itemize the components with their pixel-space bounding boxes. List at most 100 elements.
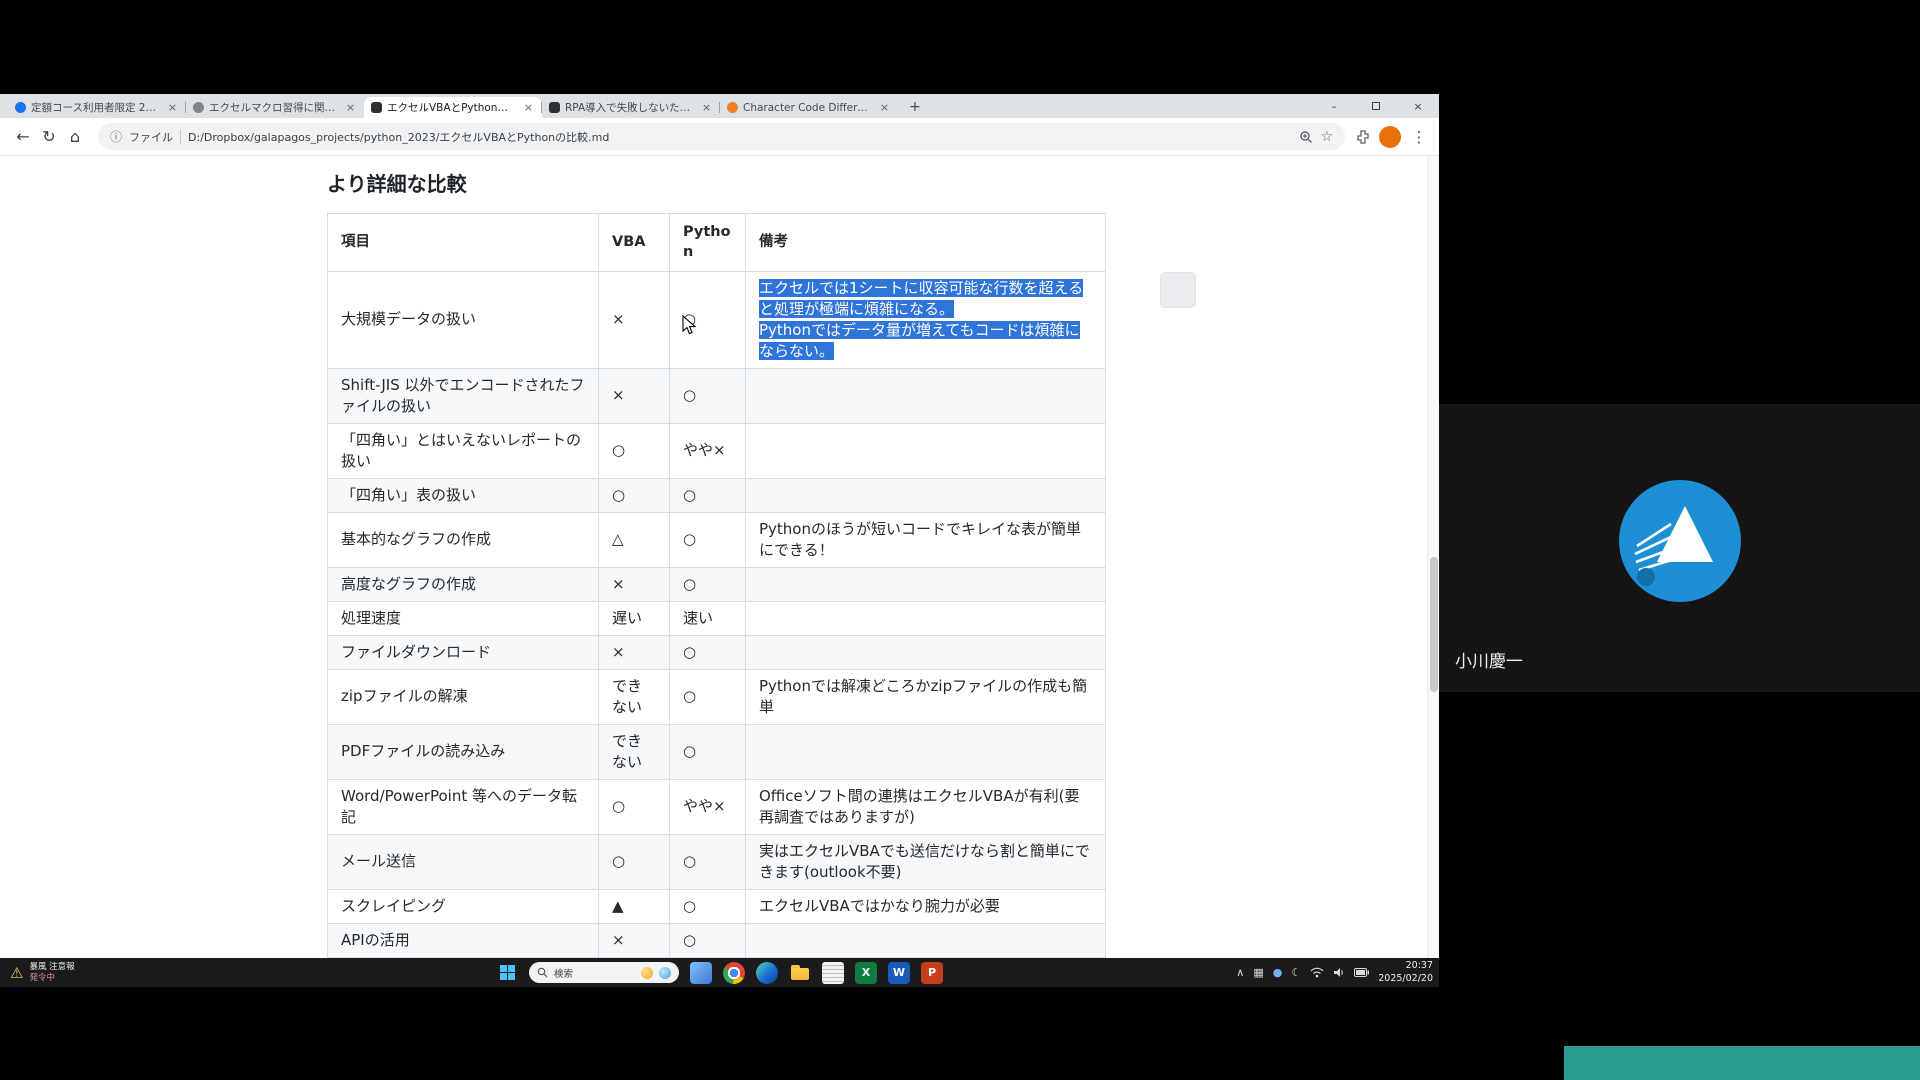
browser-window: 定額コース利用者限定 2025年02... × エクセルマクロ習得に関係する4つ… [0,94,1439,987]
powerpoint-icon[interactable]: P [921,962,943,984]
address-url[interactable]: D:/Dropbox/galapagos_projects/python_202… [188,129,1292,145]
table-header-row: 項目 VBA Python 備考 [328,214,1106,272]
item-cell: Shift-JIS 以外でエンコードされたファイルの扱い [328,368,599,423]
reload-button[interactable]: ↻ [36,124,62,150]
page-scrollbar[interactable] [1427,156,1439,958]
file-explorer-icon[interactable] [789,962,811,984]
address-bar[interactable]: ⓘ ファイル D:/Dropbox/galapagos_projects/pyt… [98,123,1345,150]
scrollbar-thumb[interactable] [1430,557,1438,692]
table-row: Word/PowerPoint 等へのデータ転記○やや×Officeソフト間の連… [328,779,1106,834]
note-cell: Officeソフト間の連携はエクセルVBAが有利(要再調査ではありますが) [746,779,1106,834]
extensions-puzzle-icon[interactable] [1355,129,1371,145]
item-cell: 「四角い」表の扱い [328,478,599,512]
note-cell [746,423,1106,478]
tab-character-code[interactable]: Character Code Differences Be... × [720,97,898,118]
table-row: 処理速度遅い速い [328,601,1106,635]
table-row: メール送信○○実はエクセルVBAでも送信だけなら割と簡単にできます(outloo… [328,834,1106,889]
minimize-button[interactable]: – [1313,94,1355,118]
weather-widget[interactable]: ⚠ 暴風 注意報 発令中 [10,958,75,987]
table-row: zipファイルの解凍できない○Pythonでは解凍どころかzipファイルの作成も… [328,669,1106,724]
home-button[interactable]: ⌂ [62,124,88,150]
tray-chevron-icon[interactable]: ∧ [1236,966,1244,979]
item-cell: Word/PowerPoint 等へのデータ転記 [328,779,599,834]
wifi-icon[interactable] [1310,967,1324,978]
python-cell: ○ [670,567,746,601]
note-text: エクセルVBAではかなり腕力が必要 [759,897,1000,915]
profile-avatar[interactable] [1379,126,1401,148]
page-content: より詳細な比較 項目 VBA Python 備考 大規模データの扱い×○エクセル… [0,156,1439,958]
windows-taskbar: ⚠ 暴風 注意報 発令中 検索 [0,958,1439,987]
markdown-favicon [549,102,560,113]
col-header-vba: VBA [599,214,670,272]
search-highlight-icon [641,967,653,979]
participant-video-tile: 小川慶一 [1439,404,1920,692]
tray-bluetooth-icon[interactable]: ● [1273,966,1283,979]
table-row: 高度なグラフの作成×○ [328,567,1106,601]
col-header-item: 項目 [328,214,599,272]
zoom-icon[interactable] [1299,130,1313,144]
word-icon[interactable]: W [888,962,910,984]
vba-cell: ○ [599,779,670,834]
page-info-icon[interactable]: ⓘ [110,128,122,145]
tray-night-icon[interactable]: ☾ [1291,966,1301,979]
comparison-table: 項目 VBA Python 備考 大規模データの扱い×○エクセルでは1シートに収… [327,213,1106,958]
maximize-button[interactable] [1355,94,1397,118]
vba-cell: できない [599,724,670,779]
notepad-icon[interactable] [822,962,844,984]
scheme-label: ファイル [129,129,173,145]
tab-close-icon[interactable]: × [344,101,357,114]
address-divider [180,130,181,144]
note-cell [746,635,1106,669]
edge-icon[interactable] [756,962,778,984]
tab-rpa[interactable]: RPA導入で失敗しないために知っ... × [542,97,720,118]
vba-cell: 遅い [599,601,670,635]
item-cell: zipファイルの解凍 [328,669,599,724]
python-cell: やや× [670,423,746,478]
tab-favicon [193,102,204,113]
python-cell: ○ [670,635,746,669]
taskbar-search[interactable]: 検索 [529,962,679,983]
vba-cell: ▲ [599,889,670,923]
tab-title: 定額コース利用者限定 2025年02... [31,100,161,115]
note-cell: Pythonでは解凍どころかzipファイルの作成も簡単 [746,669,1106,724]
system-tray: ∧ ▦ ● ☾ 20:37 2025/02/20 [1236,958,1433,987]
battery-icon[interactable] [1354,968,1369,977]
taskbar-clock[interactable]: 20:37 2025/02/20 [1378,960,1433,985]
task-view-icon[interactable] [690,962,712,984]
tab-excel-macro[interactable]: エクセルマクロ習得に関係する4つ... × [186,97,364,118]
tab-title: エクセルマクロ習得に関係する4つ... [209,100,339,115]
start-button[interactable] [496,962,518,984]
new-tab-button[interactable]: + [904,96,926,118]
close-button[interactable]: × [1397,94,1439,118]
python-cell: やや× [670,779,746,834]
floating-panel [1160,272,1196,308]
tab-close-icon[interactable]: × [878,101,891,114]
chrome-icon[interactable] [723,962,745,984]
back-button[interactable]: ← [10,124,36,150]
tab-close-icon[interactable]: × [522,101,535,114]
python-cell: ○ [670,512,746,567]
vba-cell: × [599,923,670,957]
item-cell: 「四角い」とはいえないレポートの扱い [328,423,599,478]
item-cell: PDFファイルの読み込み [328,724,599,779]
tab-member-course[interactable]: 定額コース利用者限定 2025年02... × [8,97,186,118]
tab-close-icon[interactable]: × [700,101,713,114]
tray-app-icon[interactable]: ▦ [1253,966,1263,979]
tab-vba-python-comparison[interactable]: エクセルVBAとPythonの比較.md × [364,97,542,118]
bookmark-star-icon[interactable]: ☆ [1320,129,1333,145]
python-cell: ○ [670,368,746,423]
item-cell: 処理速度 [328,601,599,635]
search-highlight-icon [659,967,671,979]
tab-title: エクセルVBAとPythonの比較.md [387,100,517,115]
vba-cell: ○ [599,834,670,889]
excel-icon[interactable]: X [855,962,877,984]
markdown-body: より詳細な比較 項目 VBA Python 備考 大規模データの扱い×○エクセル… [327,168,1105,958]
item-cell: メール送信 [328,834,599,889]
col-header-python: Python [670,214,746,272]
table-row: 「四角い」とはいえないレポートの扱い○やや× [328,423,1106,478]
search-label: 検索 [554,966,635,980]
browser-menu-icon[interactable]: ⋮ [1409,128,1429,146]
volume-icon[interactable] [1333,967,1345,978]
python-cell: ○ [670,889,746,923]
tab-close-icon[interactable]: × [166,101,179,114]
